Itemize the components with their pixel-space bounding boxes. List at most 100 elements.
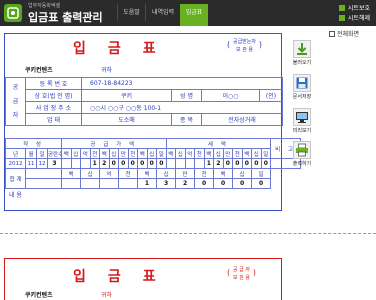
sheet-unprotect-label: 시트해제 <box>347 15 370 22</box>
supply-digit <box>61 158 72 169</box>
supply-digit: 0 <box>156 158 167 169</box>
total-digit: 0 <box>232 178 253 189</box>
tax-digit-header: 백 <box>203 148 215 159</box>
square-bullet-icon <box>338 15 345 21</box>
nav-tab-receipt[interactable]: 입금표 <box>180 4 208 26</box>
sheet-protect-label: 시트보호 <box>347 5 370 12</box>
buyer-suffix: 귀하 <box>101 292 113 299</box>
tax-digit-header: 십 <box>175 148 186 159</box>
total-unit-header: 십 <box>80 168 100 179</box>
supply-digit-header: 백 <box>61 148 72 159</box>
supply-digit-header: 일 <box>156 148 167 159</box>
total-digit <box>118 178 138 189</box>
total-label: 합 계 <box>5 168 26 189</box>
supplier-side-label: 공 급 자 <box>5 77 26 126</box>
total-digit <box>61 178 81 189</box>
supply-digit: 1 <box>89 158 100 169</box>
preview-button[interactable]: 미리보기 <box>291 108 313 134</box>
name-label: 성 명 <box>171 89 202 102</box>
copy-note-line2: 보 관 용 <box>233 275 250 281</box>
day-header: 일 <box>36 148 48 159</box>
supply-digit-header: 억 <box>80 148 91 159</box>
tax-digit-header: 천 <box>232 148 243 159</box>
supply-digit: 0 <box>146 158 157 169</box>
monitor-icon <box>293 108 311 126</box>
tax-digit: 0 <box>251 158 262 169</box>
page-divider <box>0 233 376 234</box>
receipt-supplier-copy: 입금표 ( 공 급 자 보 관 용 ) 쿠키컨텐츠 귀하 <box>4 258 282 300</box>
tax-digit-header: 십 <box>213 148 224 159</box>
tax-digit: 0 <box>241 158 253 169</box>
preview-label: 미리보기 <box>292 128 312 134</box>
total-digit: 0 <box>251 178 272 189</box>
supply-digit-header: 백 <box>137 148 148 159</box>
address-value: ○○시 ○○구 ○○동 100-1 <box>80 101 284 114</box>
total-digit <box>99 178 119 189</box>
tax-digit-header: 십 <box>251 148 262 159</box>
save-label: 문서저장 <box>292 94 312 100</box>
fullscreen-toggle[interactable]: 전체화면 <box>329 29 359 38</box>
copy-note-line1: 공급받는자 <box>233 39 257 45</box>
tax-digit-header: 일 <box>260 148 272 159</box>
supplier-table: 공 급 자 등 록 번 호 607-18-84223 상 호(법 인 명) 쿠키… <box>5 77 284 126</box>
supply-digit: 2 <box>99 158 110 169</box>
fullscreen-label: 전체화면 <box>337 31 360 38</box>
supply-digit-header: 백 <box>99 148 110 159</box>
biz-item-label: 종 목 <box>171 113 202 126</box>
total-unit-header: 일 <box>251 168 272 179</box>
sheet-unprotect-button[interactable]: 시트해제 <box>338 13 370 22</box>
load-label: 불러오기 <box>292 60 312 66</box>
sheet-protect-button[interactable]: 시트보호 <box>338 3 370 12</box>
tax-digit-header: 만 <box>222 148 234 159</box>
total-unit-header: 천 <box>118 168 138 179</box>
tax-amount-header: 세 액 <box>165 138 272 149</box>
supply-digit: 0 <box>118 158 129 169</box>
written-date-header: 작 성 <box>5 138 62 149</box>
receipt-title: 입금표 <box>73 269 178 285</box>
year-value: 2012 <box>5 158 26 169</box>
supply-amount-header: 공 급 가 액 <box>61 138 167 149</box>
checkbox[interactable] <box>329 31 335 37</box>
total-unit-header: 천 <box>194 168 215 179</box>
tax-digit-header: 백 <box>241 148 253 159</box>
blank-count-value: 3 <box>47 158 62 169</box>
supply-digit <box>70 158 81 169</box>
top-bar: 업무자동화엑셀 입금표 출력관리 도움말 내역입력 입금표 시트보호 시트해제 <box>0 0 376 26</box>
nav-tab-help[interactable]: 도움말 <box>117 4 145 21</box>
buyer-name: 쿠키컨텐츠 <box>25 292 53 299</box>
tax-digit <box>165 158 177 169</box>
total-spacer <box>25 178 62 189</box>
total-unit-header: 억 <box>99 168 119 179</box>
save-document-button[interactable]: 문서저장 <box>291 74 313 100</box>
reg-no-value: 607-18-84223 <box>80 77 284 90</box>
remarks-label: 내 용 <box>9 192 22 199</box>
copy-note-line2: 보 관 용 <box>236 47 253 53</box>
nav-tab-entry[interactable]: 내역입력 <box>145 4 180 21</box>
total-unit-header: 백 <box>61 168 81 179</box>
receipt-title: 입금표 <box>73 41 178 57</box>
day-value: 12 <box>36 158 48 169</box>
company-label: 상 호(법 인 명) <box>25 89 82 102</box>
total-digit: 2 <box>175 178 196 189</box>
print-label: 출력하기 <box>292 161 312 167</box>
blank-count-header: 공란수 <box>47 148 62 159</box>
biz-type-value: 도소매 <box>81 113 172 126</box>
supply-digit-header: 천 <box>127 148 138 159</box>
month-header: 월 <box>25 148 37 159</box>
name-value: 이○○ <box>201 89 260 102</box>
square-bullet-icon <box>338 5 345 11</box>
tax-digit: 0 <box>232 158 243 169</box>
buyer-name: 쿠키컨텐츠 <box>25 67 53 74</box>
total-spacer <box>25 168 62 179</box>
total-digit: 3 <box>155 178 177 189</box>
tax-digit-header: 억 <box>184 148 196 159</box>
app-window: 업무자동화엑셀 입금표 출력관리 도움말 내역입력 입금표 시트보호 시트해제 … <box>0 0 376 300</box>
print-button[interactable]: 출력하기 <box>291 141 313 167</box>
tax-digit-header: 천 <box>194 148 205 159</box>
load-button[interactable]: 불러오기 <box>291 40 313 66</box>
total-digit: 0 <box>213 178 234 189</box>
tax-digit <box>194 158 205 169</box>
supply-digit-header: 십 <box>70 148 81 159</box>
biz-item-value: 전자상거래 <box>200 113 284 126</box>
supply-digit: 0 <box>137 158 148 169</box>
